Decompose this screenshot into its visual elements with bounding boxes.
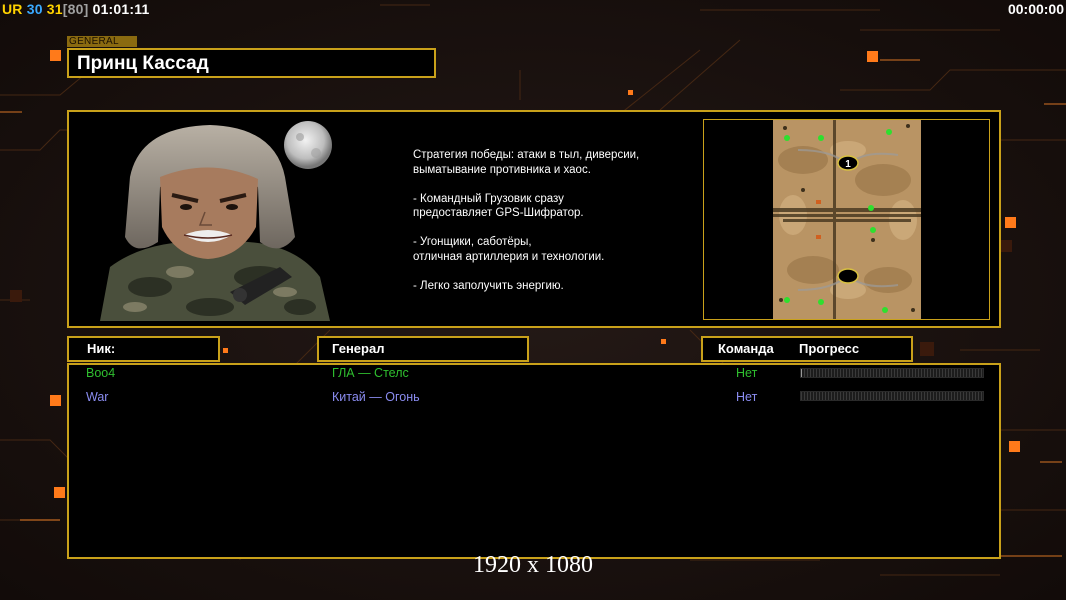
hud-status: UR 30 31[80] 01:01:11 <box>2 1 149 17</box>
hud-timer: 00:00:00 <box>1007 1 1064 17</box>
column-nick-label: Ник: <box>87 341 116 356</box>
map-start-marker: 1 <box>845 159 851 170</box>
column-header-general: Генерал <box>317 336 529 362</box>
strategy-line: - Легко заполучить энергию. <box>413 279 564 292</box>
strategy-line: Стратегия победы: атаки в тыл, диверсии,… <box>413 149 640 176</box>
player-progress-bar <box>800 391 984 401</box>
hud-value-a: 30 <box>26 1 43 17</box>
strategy-line: - Командный Грузовик сразу предоставляет… <box>413 192 584 220</box>
resolution-label: 1920 x 1080 <box>473 552 593 578</box>
general-portrait <box>80 117 372 321</box>
column-team-label: Команда <box>718 341 774 356</box>
hud-bracket: [80] <box>62 1 89 17</box>
minimap[interactable]: 1 <box>703 119 990 320</box>
hud-value-b: 31 <box>46 1 63 17</box>
player-nick: War <box>86 390 109 404</box>
player-general: ГЛА — Стелс <box>332 366 409 380</box>
hud-tag: UR <box>2 1 23 17</box>
column-general-label: Генерал <box>332 341 385 356</box>
column-header-nick: Ник: <box>67 336 220 362</box>
hud-clock: 01:01:11 <box>92 1 150 17</box>
player-nick: Boo4 <box>86 366 116 380</box>
strategy-line: - Угонщики, саботёры, отличная артиллери… <box>413 236 605 263</box>
portrait-image <box>80 117 372 321</box>
general-name: Принц Кассад <box>67 48 436 78</box>
player-general: Китай — Огонь <box>332 390 420 404</box>
player-team: Нет <box>736 390 758 404</box>
strategy-description: Стратегия победы: атаки в тыл, диверсии,… <box>413 148 703 308</box>
player-progress-bar <box>800 368 984 378</box>
player-team: Нет <box>736 366 758 380</box>
minimap-image: 1 <box>704 120 989 319</box>
column-header-team-progress: Команда Прогресс <box>701 336 913 362</box>
player-progress-fill <box>801 369 802 377</box>
general-tag: GENERAL <box>67 36 137 47</box>
column-progress-label: Прогресс <box>799 341 860 356</box>
